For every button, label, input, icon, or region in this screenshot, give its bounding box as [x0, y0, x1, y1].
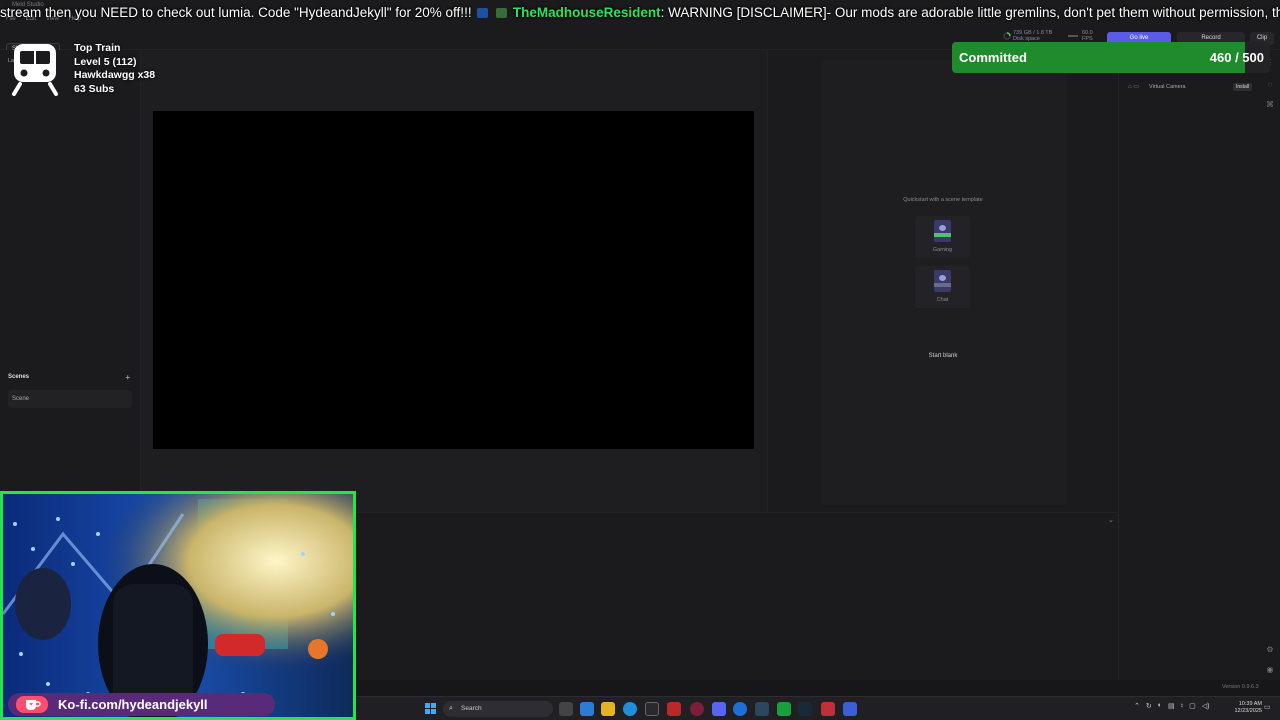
- app-red-icon[interactable]: [667, 702, 681, 716]
- taskbar-clock[interactable]: 10:39 AM 12/23/2025: [1222, 701, 1262, 715]
- chevron-down-icon[interactable]: ⌄: [1108, 516, 1114, 524]
- virtual-camera-label: Virtual Camera: [1149, 84, 1186, 90]
- template-gaming-card[interactable]: Gaming: [915, 216, 970, 258]
- badge-icon-2: [496, 8, 508, 18]
- store-icon[interactable]: [645, 702, 659, 716]
- chevron-up-icon[interactable]: ⌃: [1134, 702, 1140, 710]
- ticker-message: : WARNING [DISCLAIMER]- Our mods are ado…: [660, 5, 1280, 20]
- disk-ring-icon: [1003, 32, 1011, 40]
- taskbar-search[interactable]: ⌕ Search: [443, 701, 553, 717]
- browser-icon[interactable]: [690, 702, 704, 716]
- scenes-title: Scenes: [8, 374, 30, 380]
- goal-label: Committed: [959, 50, 1027, 65]
- system-tray: ⌃ ↻ ◐ ▤ ♮ ▢ ◁): [1134, 702, 1209, 710]
- train-top-user: Hawkdawgg x38: [74, 69, 156, 81]
- train-level: Level 5 (112): [74, 55, 137, 68]
- kofi-cup-icon: [16, 696, 48, 713]
- template-chat-card[interactable]: Chat: [915, 266, 970, 308]
- display-icon[interactable]: ▢: [1189, 702, 1196, 710]
- app-tray-icon[interactable]: ◐: [1158, 702, 1162, 710]
- mixer-icon[interactable]: ⌘: [1265, 100, 1275, 110]
- steam-alt-icon[interactable]: [798, 702, 812, 716]
- profile-icon[interactable]: ◉: [1265, 665, 1275, 675]
- settings-icon[interactable]: ⚙: [1265, 645, 1275, 655]
- webcam-image: [3, 494, 353, 717]
- meld-studio-icon[interactable]: [843, 702, 857, 716]
- version-label: Version 0.9.6.3: [1222, 684, 1259, 690]
- template-chat-thumbnail: [934, 270, 951, 292]
- sub-goal-bar: Committed 460 / 500: [952, 42, 1270, 73]
- chat-icon[interactable]: ◌: [1265, 80, 1275, 90]
- scenes-header: Scenes +: [8, 373, 130, 382]
- badge-icon: [477, 8, 489, 18]
- properties-panel: [1118, 50, 1260, 680]
- ticker-prefix: stream then you NEED to check out lumia.…: [0, 5, 472, 20]
- edge-icon[interactable]: [623, 702, 637, 716]
- template-chat-label: Chat: [936, 297, 949, 303]
- disk-space-stat: 739 GB / 1.8 TB Disk space: [1003, 30, 1052, 42]
- kofi-banner: Ko-fi.com/hydeandjekyll: [8, 693, 275, 716]
- template-gaming-label: Gaming: [932, 247, 953, 253]
- clock-time: 10:39 AM: [1238, 701, 1262, 707]
- volume-icon[interactable]: ◁): [1202, 702, 1210, 710]
- kofi-link-text: Ko-fi.com/hydeandjekyll: [58, 697, 208, 712]
- scene-preview[interactable]: [153, 111, 754, 449]
- train-stats: Top Train Level 5 (112) Hawkdawgg x38 63…: [74, 42, 155, 96]
- ticker-username: TheMadhouseResident: [512, 5, 661, 20]
- train-icon: [12, 44, 58, 96]
- app-blue-icon[interactable]: [733, 702, 747, 716]
- app-green-icon[interactable]: [777, 702, 791, 716]
- start-blank-button[interactable]: Start blank: [821, 353, 1065, 359]
- microphone-icon[interactable]: ♮: [1181, 702, 1184, 710]
- network-icon[interactable]: ▤: [1168, 702, 1175, 710]
- side-icon-rail: ⋮ ◌ ⌘ ⚙ ◉: [1260, 50, 1280, 680]
- goal-count: 460 / 500: [1209, 50, 1264, 65]
- fps-stat: 60.0 FPS: [1068, 30, 1093, 42]
- top-train-widget: Top Train Level 5 (112) Hawkdawgg x38 63…: [8, 42, 168, 98]
- taskbar-search-label: Search: [461, 705, 482, 712]
- add-scene-button[interactable]: +: [125, 373, 130, 382]
- webcam-feed: [0, 491, 356, 720]
- install-button[interactable]: Install: [1232, 83, 1252, 91]
- search-icon: ⌕: [449, 705, 453, 712]
- sync-icon[interactable]: ↻: [1146, 702, 1152, 710]
- fps-meter-icon: [1068, 35, 1078, 37]
- steam-icon[interactable]: [755, 702, 769, 716]
- chat-ticker: stream then you NEED to check out lumia.…: [0, 2, 1280, 24]
- train-subs: 63 Subs: [74, 82, 115, 95]
- windows-start-icon[interactable]: [425, 703, 436, 714]
- copilot-icon[interactable]: [580, 702, 594, 716]
- discord-icon[interactable]: [712, 702, 726, 716]
- train-title: Top Train: [74, 42, 121, 54]
- notification-icon[interactable]: ▭: [1264, 703, 1271, 711]
- virtual-camera-row: ⌂ ▭ Virtual Camera Install: [1128, 82, 1252, 92]
- task-view-icon[interactable]: [559, 702, 573, 716]
- file-explorer-icon[interactable]: [601, 702, 615, 716]
- scene-list-item[interactable]: Scene: [8, 390, 132, 408]
- virtual-camera-icon: ⌂ ▭: [1128, 84, 1139, 90]
- app-pen-icon[interactable]: [821, 702, 835, 716]
- quickstart-label: Quickstart with a scene template: [903, 197, 983, 203]
- template-gaming-thumbnail: [934, 220, 951, 242]
- clock-date: 12/23/2025: [1234, 708, 1262, 714]
